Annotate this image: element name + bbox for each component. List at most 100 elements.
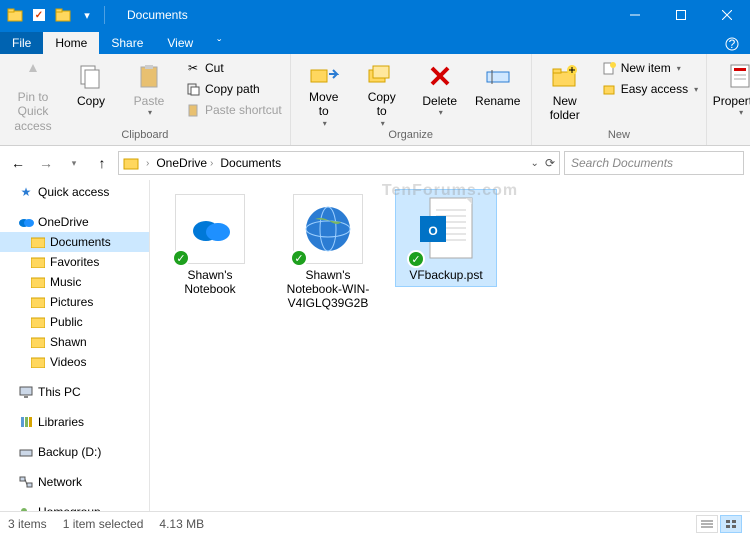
- move-to-icon: [308, 60, 340, 88]
- paste-shortcut-icon: [185, 102, 201, 118]
- crumb-documents[interactable]: Documents: [220, 156, 281, 170]
- group-label-open: Open: [711, 127, 750, 143]
- qat-dropdown[interactable]: ▾: [76, 4, 98, 26]
- back-button[interactable]: ←: [6, 151, 30, 175]
- outlook-pst-icon: O ✓: [411, 194, 481, 264]
- address-bar[interactable]: › OneDrive› Documents ⌄ ⟳: [118, 151, 560, 175]
- delete-icon: [424, 60, 456, 92]
- tab-view[interactable]: View: [155, 32, 205, 54]
- search-input[interactable]: Search Documents: [564, 151, 744, 175]
- new-item-icon: [601, 60, 617, 76]
- network-icon: [18, 474, 34, 490]
- nav-homegroup[interactable]: Homegroup: [0, 502, 149, 511]
- ribbon-tabs: File Home Share View ˇ ?: [0, 30, 750, 54]
- nav-videos[interactable]: Videos: [0, 352, 149, 372]
- navigation-pane: ★Quick access OneDrive Documents Favorit…: [0, 180, 150, 511]
- file-label: VFbackup.pst: [400, 268, 492, 282]
- star-icon: ★: [18, 184, 34, 200]
- nav-favorites[interactable]: Favorites: [0, 252, 149, 272]
- copy-to-button[interactable]: Copy to▾: [353, 56, 411, 124]
- recent-locations-button[interactable]: ▾: [62, 151, 86, 175]
- file-list[interactable]: TenForums.com ✓ Shawn's Notebook ✓ Shawn…: [150, 180, 750, 511]
- ribbon-collapse-button[interactable]: ˇ: [205, 37, 233, 54]
- file-item[interactable]: ✓ Shawn's Notebook-WIN-V4IGLQ39G2B: [278, 190, 378, 314]
- status-item-count: 3 items: [8, 517, 47, 531]
- onedrive-file-icon: ✓: [175, 194, 245, 264]
- status-selected-count: 1 item selected: [63, 517, 144, 531]
- folder-icon: [30, 314, 46, 330]
- new-folder-button[interactable]: New folder: [536, 56, 594, 124]
- easy-access-button[interactable]: Easy access▾: [597, 79, 702, 99]
- address-row: ← → ▾ ↑ › OneDrive› Documents ⌄ ⟳ Search…: [0, 146, 750, 180]
- nav-this-pc[interactable]: This PC: [0, 382, 149, 402]
- folder-icon: [30, 274, 46, 290]
- new-item-button[interactable]: New item▾: [597, 58, 702, 78]
- pc-icon: [18, 384, 34, 400]
- pin-icon: [17, 60, 49, 88]
- status-bar: 3 items 1 item selected 4.13 MB: [0, 511, 750, 535]
- easy-access-icon: [601, 81, 617, 97]
- crumb-onedrive[interactable]: OneDrive›: [156, 156, 216, 170]
- nav-quick-access[interactable]: ★Quick access: [0, 182, 149, 202]
- folder-icon: [30, 254, 46, 270]
- nav-music[interactable]: Music: [0, 272, 149, 292]
- cut-button[interactable]: ✂Cut: [181, 58, 286, 78]
- address-dropdown[interactable]: ⌄: [531, 158, 539, 169]
- group-label-organize: Organize: [295, 127, 527, 143]
- folder-icon: [30, 294, 46, 310]
- status-size: 4.13 MB: [159, 517, 204, 531]
- file-label: Shawn's Notebook: [164, 268, 256, 296]
- copy-button[interactable]: Copy: [62, 56, 120, 124]
- nav-documents[interactable]: Documents: [0, 232, 149, 252]
- file-item[interactable]: ✓ Shawn's Notebook: [160, 190, 260, 300]
- copy-path-button[interactable]: Copy path: [181, 79, 286, 99]
- group-label-new: New: [536, 127, 702, 143]
- tab-home[interactable]: Home: [43, 32, 99, 54]
- nav-pictures[interactable]: Pictures: [0, 292, 149, 312]
- nav-onedrive[interactable]: OneDrive: [0, 212, 149, 232]
- properties-button[interactable]: Properties▾: [711, 56, 750, 124]
- libraries-icon: [18, 414, 34, 430]
- nav-backup[interactable]: Backup (D:): [0, 442, 149, 462]
- globe-file-icon: ✓: [293, 194, 363, 264]
- view-details-button[interactable]: [696, 515, 718, 533]
- minimize-button[interactable]: [612, 0, 658, 30]
- scissors-icon: ✂: [185, 60, 201, 76]
- group-label-clipboard: Clipboard: [4, 127, 286, 143]
- file-item-selected[interactable]: O ✓ VFbackup.pst: [396, 190, 496, 286]
- nav-libraries[interactable]: Libraries: [0, 412, 149, 432]
- folder-icon: [30, 234, 46, 250]
- tab-file[interactable]: File: [0, 32, 43, 54]
- paste-button[interactable]: Paste▾: [120, 56, 178, 124]
- paste-icon: [133, 60, 165, 92]
- folder-icon: [4, 4, 26, 26]
- pin-to-quick-access-button[interactable]: Pin to Quick access: [4, 56, 62, 124]
- copy-path-icon: [185, 81, 201, 97]
- copy-to-icon: [366, 60, 398, 88]
- sync-check-icon: ✓: [290, 249, 308, 267]
- nav-shawn[interactable]: Shawn: [0, 332, 149, 352]
- ribbon: Pin to Quick access Copy Paste▾ ✂Cut Cop…: [0, 54, 750, 146]
- paste-shortcut-button[interactable]: Paste shortcut: [181, 100, 286, 120]
- delete-button[interactable]: Delete▾: [411, 56, 469, 124]
- svg-text:O: O: [428, 224, 437, 238]
- refresh-button[interactable]: ⟳: [545, 156, 555, 170]
- qat-checkbox[interactable]: ✓: [28, 4, 50, 26]
- folder-icon: [123, 155, 139, 171]
- rename-icon: [482, 60, 514, 92]
- nav-network[interactable]: Network: [0, 472, 149, 492]
- drive-icon: [18, 444, 34, 460]
- help-button[interactable]: ?: [718, 37, 746, 54]
- view-icons-button[interactable]: [720, 515, 742, 533]
- up-button[interactable]: ↑: [90, 151, 114, 175]
- file-label: Shawn's Notebook-WIN-V4IGLQ39G2B: [282, 268, 374, 310]
- tab-share[interactable]: Share: [99, 32, 155, 54]
- move-to-button[interactable]: Move to▾: [295, 56, 353, 124]
- folder-icon: [30, 334, 46, 350]
- close-button[interactable]: [704, 0, 750, 30]
- forward-button[interactable]: →: [34, 151, 58, 175]
- rename-button[interactable]: Rename: [469, 56, 527, 124]
- nav-public[interactable]: Public: [0, 312, 149, 332]
- homegroup-icon: [18, 504, 34, 511]
- maximize-button[interactable]: [658, 0, 704, 30]
